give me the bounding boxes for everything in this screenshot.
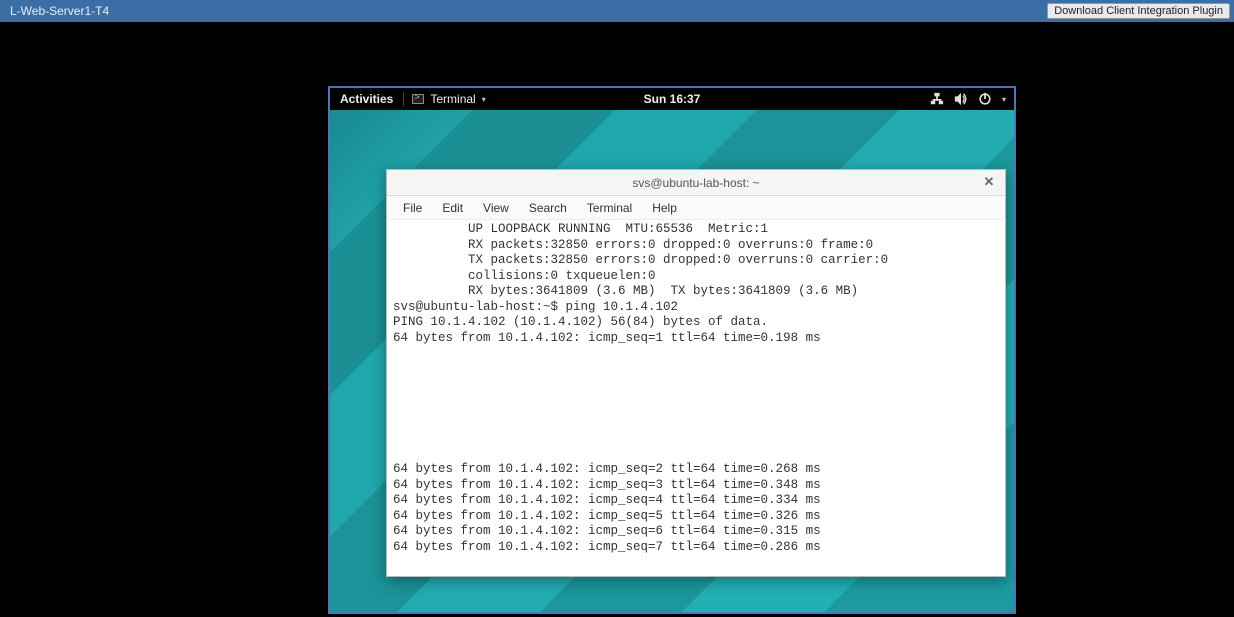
output-line: UP LOOPBACK RUNNING MTU:65536 Metric:1: [393, 222, 999, 238]
vm-display-frame: Activities Terminal ▾ Sun 16:37 ▾ svs@ub…: [328, 86, 1016, 614]
output-line: 64 bytes from 10.1.4.102: icmp_seq=3 ttl…: [393, 478, 999, 494]
power-icon: [978, 92, 992, 106]
terminal-icon: [412, 94, 424, 104]
system-tray[interactable]: ▾: [930, 92, 1006, 106]
activities-button[interactable]: Activities: [330, 92, 403, 106]
menu-help[interactable]: Help: [644, 199, 685, 217]
desktop-background[interactable]: svs@ubuntu-lab-host: ~ ✕ File Edit View …: [330, 110, 1014, 612]
output-line: 64 bytes from 10.1.4.102: icmp_seq=1 ttl…: [393, 331, 999, 347]
menu-view[interactable]: View: [475, 199, 517, 217]
volume-icon: [954, 92, 968, 106]
menu-search[interactable]: Search: [521, 199, 575, 217]
clock-label[interactable]: Sun 16:37: [644, 92, 701, 106]
network-icon: [930, 92, 944, 106]
output-line: 64 bytes from 10.1.4.102: icmp_seq=5 ttl…: [393, 509, 999, 525]
gnome-top-bar: Activities Terminal ▾ Sun 16:37 ▾: [330, 88, 1014, 110]
close-button[interactable]: ✕: [981, 174, 997, 190]
app-menu-label: Terminal: [430, 92, 475, 106]
chevron-down-icon: ▾: [1002, 95, 1006, 104]
terminal-menubar: File Edit View Search Terminal Help: [387, 196, 1005, 220]
terminal-output-area[interactable]: UP LOOPBACK RUNNING MTU:65536 Metric:1 R…: [387, 220, 1005, 576]
output-line: RX packets:32850 errors:0 dropped:0 over…: [393, 238, 999, 254]
window-titlebar[interactable]: svs@ubuntu-lab-host: ~ ✕: [387, 170, 1005, 196]
menu-edit[interactable]: Edit: [434, 199, 471, 217]
menu-file[interactable]: File: [395, 199, 430, 217]
window-title: svs@ubuntu-lab-host: ~: [632, 176, 759, 190]
output-line: TX packets:32850 errors:0 dropped:0 over…: [393, 253, 999, 269]
output-line: RX bytes:3641809 (3.6 MB) TX bytes:36418…: [393, 284, 999, 300]
chevron-down-icon: ▾: [482, 95, 486, 104]
output-line: 64 bytes from 10.1.4.102: icmp_seq=6 ttl…: [393, 524, 999, 540]
output-line: 64 bytes from 10.1.4.102: icmp_seq=4 ttl…: [393, 493, 999, 509]
vm-name-label: L-Web-Server1-T4: [4, 4, 109, 18]
app-menu-button[interactable]: Terminal ▾: [403, 92, 493, 106]
menu-terminal[interactable]: Terminal: [579, 199, 640, 217]
download-plugin-button[interactable]: Download Client Integration Plugin: [1047, 3, 1230, 19]
output-line: PING 10.1.4.102 (10.1.4.102) 56(84) byte…: [393, 315, 999, 331]
output-line: 64 bytes from 10.1.4.102: icmp_seq=2 ttl…: [393, 462, 999, 478]
console-titlebar: L-Web-Server1-T4 Download Client Integra…: [0, 0, 1234, 22]
output-line: svs@ubuntu-lab-host:~$ ping 10.1.4.102: [393, 300, 999, 316]
output-line: collisions:0 txqueuelen:0: [393, 269, 999, 285]
output-line: 64 bytes from 10.1.4.102: icmp_seq=7 ttl…: [393, 540, 999, 556]
terminal-window: svs@ubuntu-lab-host: ~ ✕ File Edit View …: [386, 169, 1006, 577]
